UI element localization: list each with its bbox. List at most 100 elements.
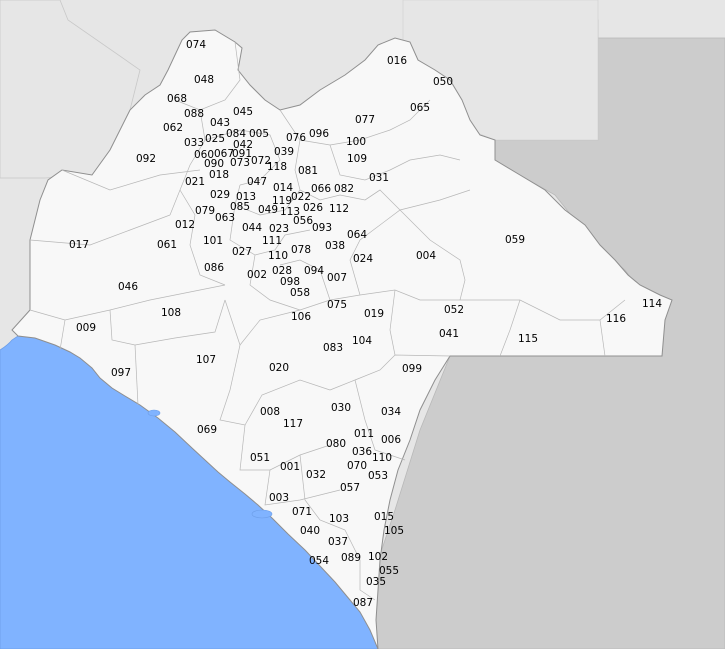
municipality-label-021: 021 — [185, 176, 205, 188]
municipality-label-037: 037 — [328, 536, 348, 548]
map: 074 048 016 050 068 065 088 045 077 043 062 084 005 0… — [0, 0, 725, 649]
municipality-label-088: 088 — [184, 108, 204, 120]
municipality-label-069: 069 — [197, 424, 217, 436]
municipality-label-057: 057 — [340, 482, 360, 494]
municipality-label-110: 110 — [268, 250, 288, 262]
municipality-label-001: 001 — [280, 461, 300, 473]
municipality-label-029: 029 — [210, 189, 230, 201]
municipality-label-116: 116 — [606, 313, 626, 325]
municipality-label-056: 056 — [293, 215, 313, 227]
municipality-label-105: 105 — [384, 525, 404, 537]
municipality-label-109: 109 — [347, 153, 367, 165]
municipality-label-019: 019 — [364, 308, 384, 320]
municipality-label-071: 071 — [292, 506, 312, 518]
municipality-label-052: 052 — [444, 304, 464, 316]
municipality-label-062: 062 — [163, 122, 183, 134]
municipality-label-036: 036 — [352, 446, 372, 458]
municipality-label-038: 038 — [325, 240, 345, 252]
municipality-label-065: 065 — [410, 102, 430, 114]
municipality-label-107: 107 — [196, 354, 216, 366]
municipality-label-115: 115 — [518, 333, 538, 345]
municipality-label-099: 099 — [402, 363, 422, 375]
municipality-label-118: 118 — [267, 161, 287, 173]
municipality-label-046: 046 — [118, 281, 138, 293]
municipality-label-020: 020 — [269, 362, 289, 374]
municipality-label-024: 024 — [353, 253, 373, 265]
municipality-label-009: 009 — [76, 322, 96, 334]
municipality-label-076: 076 — [286, 132, 306, 144]
municipality-label-063: 063 — [215, 212, 235, 224]
municipality-label-068: 068 — [167, 93, 187, 105]
municipality-label-033: 033 — [184, 137, 204, 149]
municipality-label-096: 096 — [309, 128, 329, 140]
municipality-label-077: 077 — [355, 114, 375, 126]
municipality-label-101: 101 — [203, 235, 223, 247]
lagoon-1 — [147, 409, 161, 417]
municipality-label-092: 092 — [136, 153, 156, 165]
municipality-label-078: 078 — [291, 244, 311, 256]
municipality-label-053: 053 — [368, 470, 388, 482]
municipality-label-004: 004 — [416, 250, 436, 262]
municipality-label-110b: 110 — [372, 452, 392, 464]
municipality-label-054: 054 — [309, 555, 329, 567]
municipality-label-041: 041 — [439, 328, 459, 340]
municipality-label-034: 034 — [381, 406, 401, 418]
municipality-label-103: 103 — [329, 513, 349, 525]
municipality-label-049: 049 — [258, 204, 278, 216]
municipality-label-032: 032 — [306, 469, 326, 481]
municipality-label-050: 050 — [433, 76, 453, 88]
municipality-label-108: 108 — [161, 307, 181, 319]
municipality-label-112: 112 — [329, 203, 349, 215]
municipality-label-114: 114 — [642, 298, 662, 310]
municipality-label-044: 044 — [242, 222, 262, 234]
municipality-label-015: 015 — [374, 511, 394, 523]
municipality-label-074: 074 — [186, 39, 206, 51]
municipality-label-026: 026 — [303, 202, 323, 214]
municipality-label-016: 016 — [387, 55, 407, 67]
municipality-label-093: 093 — [312, 222, 332, 234]
municipality-label-027: 027 — [232, 246, 252, 258]
municipality-label-023: 023 — [269, 223, 289, 235]
municipality-label-079: 079 — [195, 205, 215, 217]
municipality-label-061: 061 — [157, 239, 177, 251]
municipality-label-017: 017 — [69, 239, 89, 251]
municipality-label-106: 106 — [291, 311, 311, 323]
municipality-label-117: 117 — [283, 418, 303, 430]
municipality-label-025: 025 — [205, 133, 225, 145]
municipality-label-073: 073 — [230, 157, 250, 169]
municipality-label-087: 087 — [353, 597, 373, 609]
municipality-label-082: 082 — [334, 183, 354, 195]
municipality-label-006: 006 — [381, 434, 401, 446]
municipality-label-094: 094 — [304, 265, 324, 277]
municipality-label-070: 070 — [347, 460, 367, 472]
municipality-label-008: 008 — [260, 406, 280, 418]
municipality-label-039: 039 — [274, 146, 294, 158]
municipality-label-081: 081 — [298, 165, 318, 177]
municipality-label-011: 011 — [354, 428, 374, 440]
lagoon-2 — [251, 509, 273, 519]
municipality-label-007: 007 — [327, 272, 347, 284]
municipality-label-059: 059 — [505, 234, 525, 246]
municipality-label-080: 080 — [326, 438, 346, 450]
municipality-label-058: 058 — [290, 287, 310, 299]
municipality-label-035: 035 — [366, 576, 386, 588]
municipality-label-003: 003 — [269, 492, 289, 504]
municipality-label-040: 040 — [300, 525, 320, 537]
municipality-label-086: 086 — [204, 262, 224, 274]
municipality-label-066: 066 — [311, 183, 331, 195]
municipality-label-030: 030 — [331, 402, 351, 414]
municipality-label-089: 089 — [341, 552, 361, 564]
municipality-label-047: 047 — [247, 176, 267, 188]
municipality-label-012: 012 — [175, 219, 195, 231]
municipality-label-018: 018 — [209, 169, 229, 181]
municipality-label-100: 100 — [346, 136, 366, 148]
municipality-label-002: 002 — [247, 269, 267, 281]
municipality-label-083: 083 — [323, 342, 343, 354]
municipality-label-064: 064 — [347, 229, 367, 241]
municipality-label-111: 111 — [262, 235, 282, 247]
map-canvas: 074048016050068065088 045077043062 084 005 0… — [0, 0, 725, 649]
municipality-label-075: 075 — [327, 299, 347, 311]
municipality-label-031: 031 — [369, 172, 389, 184]
municipality-label-048: 048 — [194, 74, 214, 86]
municipality-label-102: 102 — [368, 551, 388, 563]
